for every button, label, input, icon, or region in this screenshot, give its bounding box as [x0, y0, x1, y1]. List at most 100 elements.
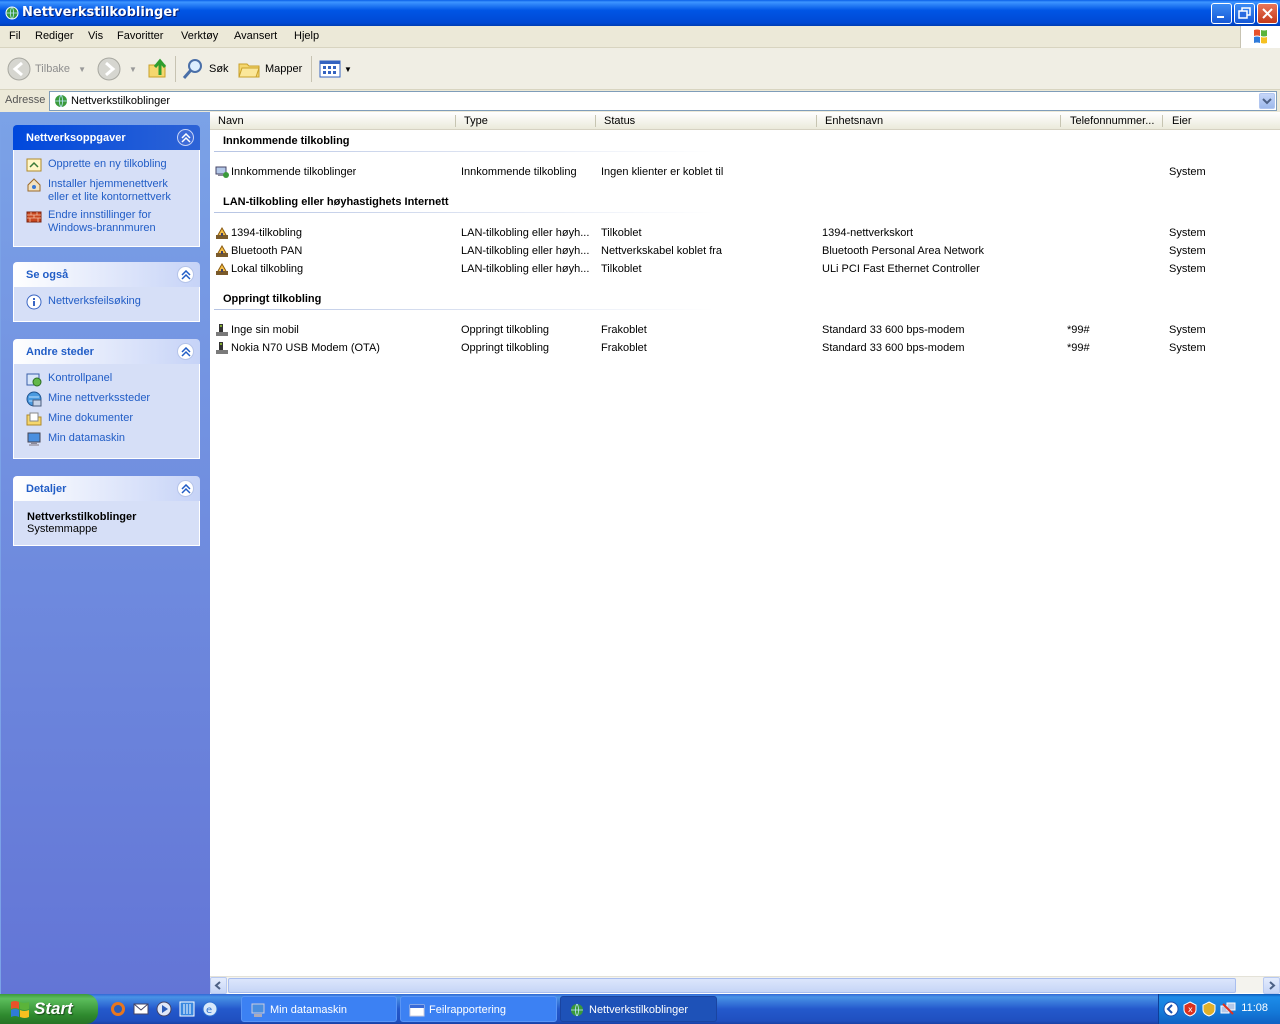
network-connections-icon	[55, 94, 67, 108]
place-my-network-places[interactable]: Mine nettverkssteder	[26, 391, 191, 407]
task-home-network[interactable]: Installer hjemmenettverk eller et lite k…	[26, 178, 191, 204]
network-status-icon[interactable]	[1220, 1001, 1236, 1017]
clock[interactable]: 11:08	[1241, 1002, 1268, 1014]
scroll-right-button[interactable]	[1263, 977, 1280, 994]
windows-flag-icon	[1254, 29, 1267, 44]
tray-expand-icon[interactable]	[1163, 1001, 1179, 1017]
taskbar-item-network-connections[interactable]: Nettverkstilkoblinger	[560, 996, 717, 1022]
menu-file[interactable]: Fil	[9, 30, 21, 42]
search-button[interactable]: Søk	[181, 55, 229, 83]
table-row[interactable]: Lokal tilkobling LAN-tilkobling eller hø…	[210, 260, 1280, 278]
menu-view[interactable]: Vis	[88, 30, 103, 42]
close-button[interactable]	[1257, 3, 1278, 24]
double-chevron-up-icon	[181, 347, 191, 357]
other-places-header[interactable]: Andre steder	[13, 339, 200, 364]
column-header-type[interactable]: Type	[464, 115, 488, 127]
menu-advanced[interactable]: Avansert	[234, 30, 277, 42]
address-dropdown-button[interactable]	[1259, 93, 1275, 109]
shield-icon[interactable]	[1201, 1001, 1217, 1017]
views-dropdown-icon[interactable]: ▼	[344, 65, 352, 74]
documents-folder-icon	[26, 412, 42, 426]
task-network-troubleshooting[interactable]: Nettverksfeilsøking	[26, 294, 191, 310]
group-title: LAN-tilkobling eller høyhastighets Inter…	[223, 196, 449, 208]
menu-favorites[interactable]: Favoritter	[117, 30, 163, 42]
app-launcher-icon[interactable]	[179, 1001, 195, 1017]
details-name: Nettverkstilkoblinger	[27, 511, 137, 523]
task-new-connection[interactable]: Opprette en ny tilkobling	[26, 158, 191, 173]
title-bar[interactable]: Nettverkstilkoblinger	[0, 0, 1280, 26]
table-row[interactable]: Bluetooth PAN LAN-tilkobling eller høyh.…	[210, 242, 1280, 260]
network-tasks-header[interactable]: Nettverksoppgaver	[13, 125, 200, 150]
column-divider[interactable]	[1060, 115, 1061, 127]
table-row[interactable]: Nokia N70 USB Modem (OTA) Oppringt tilko…	[210, 339, 1280, 357]
maximize-button[interactable]	[1234, 3, 1255, 24]
table-row[interactable]: 1394-tilkobling LAN-tilkobling eller høy…	[210, 224, 1280, 242]
start-button[interactable]: Start	[0, 994, 98, 1024]
table-row[interactable]: Innkommende tilkoblinger Innkommende til…	[210, 163, 1280, 181]
network-connections-icon	[571, 1003, 583, 1017]
firewall-icon	[26, 211, 42, 223]
internet-explorer-icon[interactable]: e	[202, 1001, 218, 1017]
dialup-connection-icon	[216, 324, 228, 336]
collapse-button[interactable]	[177, 266, 194, 283]
details-subtitle: Systemmappe	[27, 523, 98, 535]
collapse-button[interactable]	[177, 129, 194, 146]
forward-arrow-icon	[97, 57, 121, 81]
column-header-phone[interactable]: Telefonnummer...	[1070, 115, 1162, 127]
menu-help[interactable]: Hjelp	[294, 30, 319, 42]
place-my-computer[interactable]: Min datamaskin	[26, 432, 191, 447]
email-icon[interactable]	[133, 1001, 149, 1017]
scroll-left-button[interactable]	[210, 977, 227, 994]
network-tasks-body: Opprette en ny tilkobling Installer hjem…	[13, 150, 200, 247]
group-divider	[214, 309, 714, 310]
forward-button[interactable]: ▼	[97, 55, 137, 83]
folders-icon	[238, 63, 260, 78]
column-header-name[interactable]: Navn	[218, 115, 244, 127]
column-divider[interactable]	[455, 115, 456, 127]
details-header[interactable]: Detaljer	[13, 476, 200, 501]
double-chevron-up-icon	[181, 484, 191, 494]
minimize-icon	[1217, 16, 1224, 18]
column-header-device[interactable]: Enhetsnavn	[825, 115, 883, 127]
task-firewall-settings[interactable]: Endre innstillinger for Windows-brannmur…	[26, 209, 191, 235]
column-divider[interactable]	[595, 115, 596, 127]
collapse-button[interactable]	[177, 480, 194, 497]
folders-button[interactable]: Mapper	[237, 55, 302, 83]
dialup-connection-icon	[216, 342, 228, 354]
search-icon	[182, 59, 202, 79]
back-button[interactable]: Tilbake ▼	[7, 55, 86, 83]
window-title: Nettverkstilkoblinger	[22, 5, 179, 20]
firefox-icon[interactable]	[110, 1001, 126, 1017]
lan-connection-icon	[216, 226, 228, 239]
see-also-header[interactable]: Se også	[13, 262, 200, 287]
views-button[interactable]: ▼	[318, 55, 352, 83]
menu-edit[interactable]: Rediger	[35, 30, 74, 42]
taskbar-item-my-computer[interactable]: Min datamaskin	[241, 996, 397, 1022]
details-panel: Detaljer Nettverkstilkoblinger Systemmap…	[13, 476, 200, 546]
back-dropdown-icon[interactable]: ▼	[78, 65, 86, 74]
up-folder-button[interactable]	[146, 55, 170, 83]
collapse-button[interactable]	[177, 343, 194, 360]
column-divider[interactable]	[1162, 115, 1163, 127]
address-field[interactable]: Nettverkstilkoblinger	[49, 91, 1277, 111]
system-tray: x 11:08	[1158, 994, 1280, 1024]
up-folder-icon	[148, 58, 167, 78]
double-chevron-up-icon	[181, 133, 191, 143]
column-header-status[interactable]: Status	[604, 115, 635, 127]
scroll-thumb[interactable]	[228, 978, 1236, 993]
media-player-icon[interactable]	[156, 1001, 172, 1017]
table-row[interactable]: Inge sin mobil Oppringt tilkobling Frako…	[210, 321, 1280, 339]
minimize-button[interactable]	[1211, 3, 1232, 24]
place-my-documents[interactable]: Mine dokumenter	[26, 412, 191, 427]
taskbar-item-error-reporting[interactable]: Feilrapportering	[400, 996, 557, 1022]
column-headers: Navn Type Status Enhetsnavn Telefonnumme…	[210, 112, 1280, 130]
security-alert-icon[interactable]: x	[1182, 1001, 1198, 1017]
menu-tools[interactable]: Verktøy	[181, 30, 218, 42]
column-divider[interactable]	[816, 115, 817, 127]
column-header-owner[interactable]: Eier	[1172, 115, 1192, 127]
task-pane: Nettverksoppgaver Opprette en ny tilkobl…	[0, 112, 210, 994]
incoming-connection-icon	[215, 166, 229, 178]
place-control-panel[interactable]: Kontrollpanel	[26, 372, 191, 387]
horizontal-scrollbar[interactable]	[210, 976, 1280, 994]
forward-dropdown-icon[interactable]: ▼	[129, 65, 137, 74]
